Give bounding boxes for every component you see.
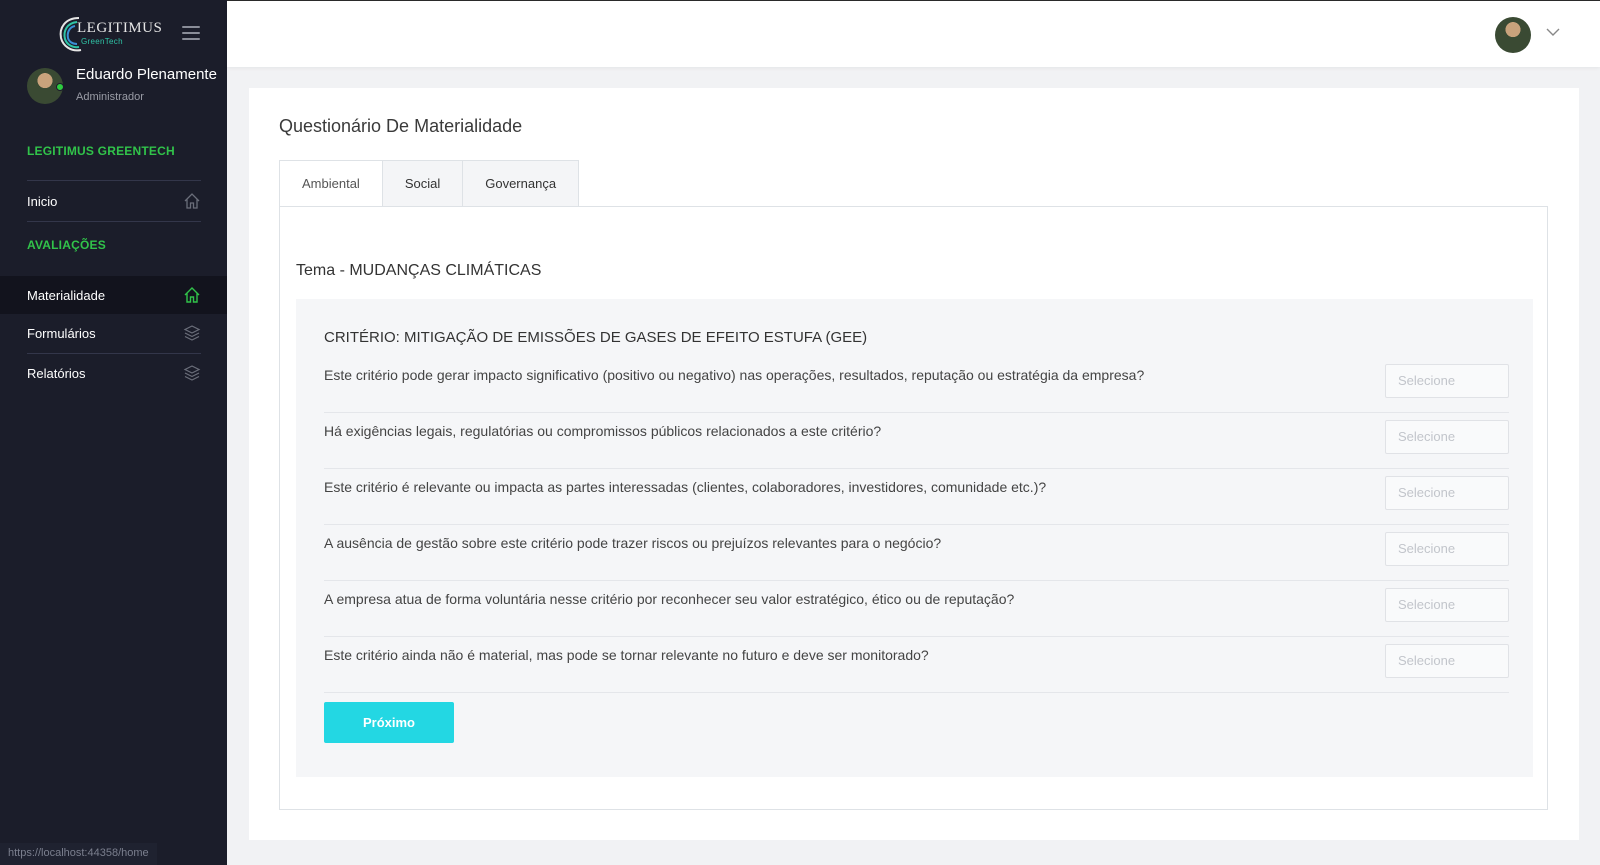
sidebar: LEGITIMUS GreenTech Eduardo Plenamente A… [0, 0, 227, 865]
section-heading-legitimus: LEGITIMUS GREENTECH [27, 144, 175, 158]
question-row: Há exigências legais, regulatórias ou co… [324, 413, 1509, 469]
home-icon [183, 192, 201, 210]
answer-select[interactable]: Selecione [1385, 364, 1509, 398]
online-status-indicator [56, 83, 64, 91]
sidebar-item-formularios[interactable]: Formulários [27, 314, 201, 352]
question-text: Este critério é relevante ou impacta as … [324, 479, 1047, 495]
question-row: A ausência de gestão sobre este critério… [324, 525, 1509, 581]
nav-divider [27, 180, 201, 181]
answer-select[interactable]: Selecione [1385, 476, 1509, 510]
brand-subtitle: GreenTech [81, 37, 123, 46]
question-text: Este critério pode gerar impacto signifi… [324, 367, 1145, 383]
answer-select[interactable]: Selecione [1385, 644, 1509, 678]
status-bar-url: https://localhost:44358/home [0, 843, 157, 865]
nav-divider [27, 221, 201, 222]
user-name: Eduardo Plenamente [76, 66, 217, 83]
answer-select[interactable]: Selecione [1385, 420, 1509, 454]
tab-panel: Tema - MUDANÇAS CLIMÁTICAS CRITÉRIO: MIT… [279, 206, 1548, 810]
answer-select[interactable]: Selecione [1385, 532, 1509, 566]
menu-toggle-icon[interactable] [182, 26, 200, 40]
question-row: Este critério é relevante ou impacta as … [324, 469, 1509, 525]
user-role: Administrador [76, 91, 144, 103]
question-row: Este critério pode gerar impacto signifi… [324, 357, 1509, 413]
layers-icon [183, 324, 201, 342]
question-text: Há exigências legais, regulatórias ou co… [324, 423, 882, 439]
criterion-box: CRITÉRIO: MITIGAÇÃO DE EMISSÕES DE GASES… [296, 299, 1533, 777]
sidebar-item-label: Inicio [27, 193, 58, 209]
sidebar-item-relatorios[interactable]: Relatórios [27, 354, 201, 392]
question-text: A empresa atua de forma voluntária nesse… [324, 591, 1015, 607]
tab-social[interactable]: Social [382, 160, 464, 207]
question-text: A ausência de gestão sobre este critério… [324, 535, 942, 551]
home-icon [183, 286, 201, 304]
sidebar-item-label: Formulários [27, 325, 96, 341]
question-row: Este critério ainda não é material, mas … [324, 637, 1509, 693]
user-avatar[interactable] [1495, 17, 1531, 53]
next-button[interactable]: Próximo [324, 702, 454, 743]
section-heading-avaliacoes: AVALIAÇÕES [27, 238, 106, 252]
top-bar [227, 0, 1600, 67]
sidebar-item-materialidade[interactable]: Materialidade [0, 276, 227, 314]
sidebar-item-inicio[interactable]: Inicio [27, 182, 201, 220]
sidebar-item-label: Relatórios [27, 365, 86, 381]
chevron-down-icon[interactable] [1546, 27, 1560, 37]
questionnaire-card: Questionário De Materialidade Ambiental … [249, 88, 1579, 840]
question-text: Este critério ainda não é material, mas … [324, 647, 929, 663]
brand-name: LEGITIMUS [77, 20, 163, 36]
page-title: Questionário De Materialidade [279, 116, 523, 136]
tab-governanca[interactable]: Governança [463, 160, 580, 207]
criterion-title: CRITÉRIO: MITIGAÇÃO DE EMISSÕES DE GASES… [324, 329, 868, 346]
tab-ambiental[interactable]: Ambiental [279, 160, 383, 207]
layers-icon [183, 364, 201, 382]
tab-bar: Ambiental Social Governança [279, 160, 580, 207]
theme-title: Tema - MUDANÇAS CLIMÁTICAS [296, 262, 542, 279]
answer-select[interactable]: Selecione [1385, 588, 1509, 622]
brand-logo[interactable]: LEGITIMUS GreenTech [57, 14, 162, 54]
question-row: A empresa atua de forma voluntária nesse… [324, 581, 1509, 637]
sidebar-item-label: Materialidade [27, 287, 106, 303]
